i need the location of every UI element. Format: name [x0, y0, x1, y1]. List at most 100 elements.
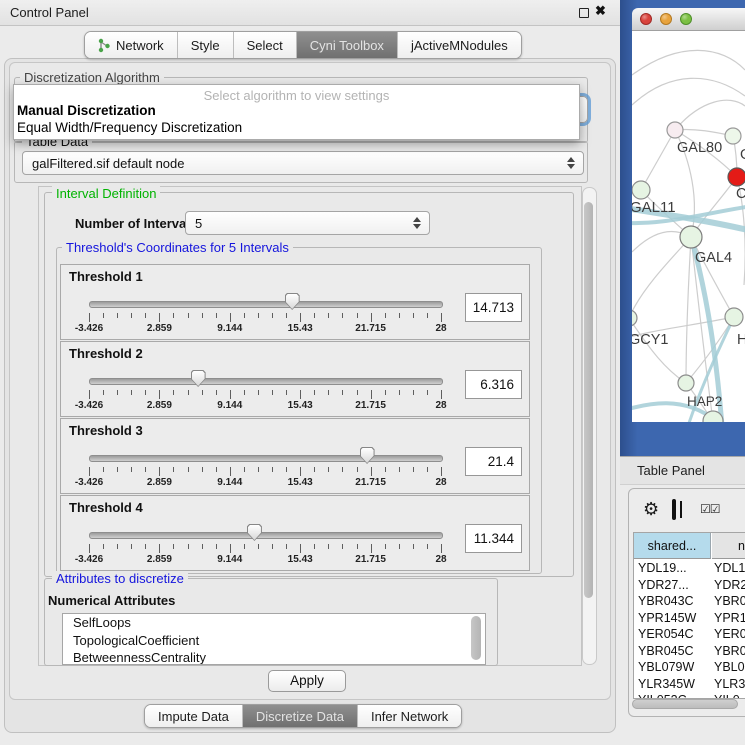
- table-cell[interactable]: YDL19...: [638, 560, 715, 577]
- slider-tick: [258, 467, 259, 472]
- network-node-ga[interactable]: [725, 128, 741, 144]
- network-window-titlebar[interactable]: [632, 8, 745, 31]
- table-cell[interactable]: YBL079W: [638, 659, 715, 676]
- slider-tick-label: 21.715: [339, 477, 403, 488]
- threshold-value-field[interactable]: 14.713: [465, 293, 522, 322]
- attribute-list-item[interactable]: BetweennessCentrality: [63, 649, 485, 665]
- slider-tick: [342, 313, 343, 318]
- table-cell[interactable]: YBR045C: [638, 643, 715, 660]
- tab-select[interactable]: Select: [234, 32, 297, 58]
- threshold-slider-track[interactable]: [89, 532, 443, 539]
- table-cell[interactable]: YDR27...: [638, 577, 715, 594]
- tab-discretize-data[interactable]: Discretize Data: [243, 705, 358, 727]
- close-button[interactable]: [640, 13, 652, 25]
- tab-jactivemnodules[interactable]: jActiveMNodules: [398, 32, 521, 58]
- threshold-value-field[interactable]: 21.4: [465, 447, 522, 476]
- slider-tick: [385, 313, 386, 318]
- table-hscrollbar[interactable]: [631, 699, 745, 708]
- network-node-gal80[interactable]: [667, 122, 683, 138]
- network-node-gcy1[interactable]: [632, 310, 637, 326]
- threshold-slider-track[interactable]: [89, 455, 443, 462]
- table-cell[interactable]: YIL0: [714, 692, 745, 699]
- panel-title: Control Panel: [10, 5, 89, 20]
- vertical-scrollbar-thumb[interactable]: [584, 202, 593, 598]
- slider-tick: [89, 544, 90, 553]
- table-cell[interactable]: YER054C: [638, 626, 715, 643]
- slider-tick: [103, 390, 104, 395]
- table-panel-titlebar: Table Panel: [620, 456, 745, 485]
- slider-tick: [272, 544, 273, 549]
- attribute-list-item[interactable]: TopologicalCoefficient: [63, 632, 485, 650]
- table-column-header[interactable]: shared...: [634, 533, 711, 559]
- tab-cyni-toolbox[interactable]: Cyni Toolbox: [297, 32, 398, 58]
- float-window-icon[interactable]: [579, 8, 589, 18]
- slider-tick-label: -3.426: [57, 323, 121, 334]
- table-cell[interactable]: YBR0: [714, 643, 745, 660]
- slider-tick: [441, 544, 442, 553]
- gear-icon[interactable]: ⚙: [643, 499, 659, 520]
- table-cell[interactable]: YBR043C: [638, 593, 715, 610]
- table-data-combobox[interactable]: galFiltered.sif default node: [22, 151, 584, 175]
- numerical-attributes-list[interactable]: SelfLoopsTopologicalCoefficientBetweenne…: [62, 613, 486, 665]
- threshold-slider-track[interactable]: [89, 301, 443, 308]
- table-cell[interactable]: YLR3: [714, 676, 745, 693]
- slider-tick: [328, 544, 329, 549]
- tab-style[interactable]: Style: [178, 32, 234, 58]
- table-cell[interactable]: YDL1: [714, 560, 745, 577]
- slider-tick: [286, 390, 287, 395]
- slider-tick: [371, 390, 372, 399]
- num-intervals-combobox[interactable]: 5: [185, 211, 430, 235]
- table-cell[interactable]: YER0: [714, 626, 745, 643]
- threshold-value-field[interactable]: 6.316: [465, 370, 522, 399]
- table-column-header[interactable]: na: [712, 533, 745, 559]
- tab-impute-data[interactable]: Impute Data: [145, 705, 243, 727]
- dropdown-option[interactable]: Manual Discretization: [17, 103, 156, 118]
- attribute-list-item[interactable]: SelfLoops: [63, 614, 485, 632]
- dropdown-option[interactable]: Equal Width/Frequency Discretization: [17, 120, 242, 135]
- table-cell[interactable]: YPR1: [714, 610, 745, 627]
- network-node-gal11[interactable]: [632, 181, 650, 199]
- slider-tick-label: 28: [409, 400, 473, 411]
- tab-label: Infer Network: [371, 709, 448, 724]
- close-panel-icon[interactable]: ✖: [595, 3, 606, 19]
- tab-infer-network[interactable]: Infer Network: [358, 705, 461, 727]
- checkbox-icon[interactable]: ☑☑: [700, 502, 720, 516]
- table-cell[interactable]: YDR2: [714, 577, 745, 594]
- table-hscrollbar-thumb[interactable]: [632, 699, 738, 709]
- zoom-button[interactable]: [680, 13, 692, 25]
- threshold-slider-track[interactable]: [89, 378, 443, 385]
- slider-tick: [441, 390, 442, 399]
- table-cell[interactable]: YPR145W: [638, 610, 715, 627]
- vertical-scrollbar[interactable]: [582, 187, 597, 665]
- network-edge: [675, 100, 745, 130]
- table-cell[interactable]: YBR0: [714, 593, 745, 610]
- table-cell[interactable]: YBL0: [714, 659, 745, 676]
- slider-tick: [399, 467, 400, 472]
- slider-tick: [188, 467, 189, 472]
- slider-tick: [371, 313, 372, 322]
- slider-tick: [188, 544, 189, 549]
- threshold-panel: Threshold 3-3.4262.8599.14415.4321.71528…: [60, 418, 530, 494]
- column-view-icon[interactable]: [672, 499, 676, 520]
- tab-label: jActiveMNodules: [411, 38, 508, 53]
- network-node-h[interactable]: [725, 308, 743, 326]
- minimize-button[interactable]: [660, 13, 672, 25]
- network-node-hap2[interactable]: [678, 375, 694, 391]
- slider-tick: [427, 313, 428, 318]
- network-node-gal4[interactable]: [680, 226, 702, 248]
- slider-tick-label: 21.715: [339, 400, 403, 411]
- tab-network[interactable]: Network: [85, 32, 178, 58]
- combo-arrows-icon: [413, 217, 421, 229]
- apply-button[interactable]: Apply: [268, 670, 346, 692]
- threshold-value-field[interactable]: 11.344: [465, 524, 522, 553]
- network-canvas[interactable]: GAL80GACGAL11GAL4GCY1HHAP2: [632, 31, 745, 422]
- attributes-list-scrollbar-thumb[interactable]: [471, 616, 481, 660]
- network-node-c[interactable]: [728, 168, 745, 186]
- slider-tick: [131, 390, 132, 395]
- table-cell[interactable]: YIL052C: [638, 692, 715, 699]
- table-cell[interactable]: YLR345W: [638, 676, 715, 693]
- slider-tick: [399, 544, 400, 549]
- slider-tick-label: 2.859: [127, 477, 191, 488]
- slider-tick-label: 15.43: [268, 554, 332, 565]
- slider-tick: [300, 390, 301, 399]
